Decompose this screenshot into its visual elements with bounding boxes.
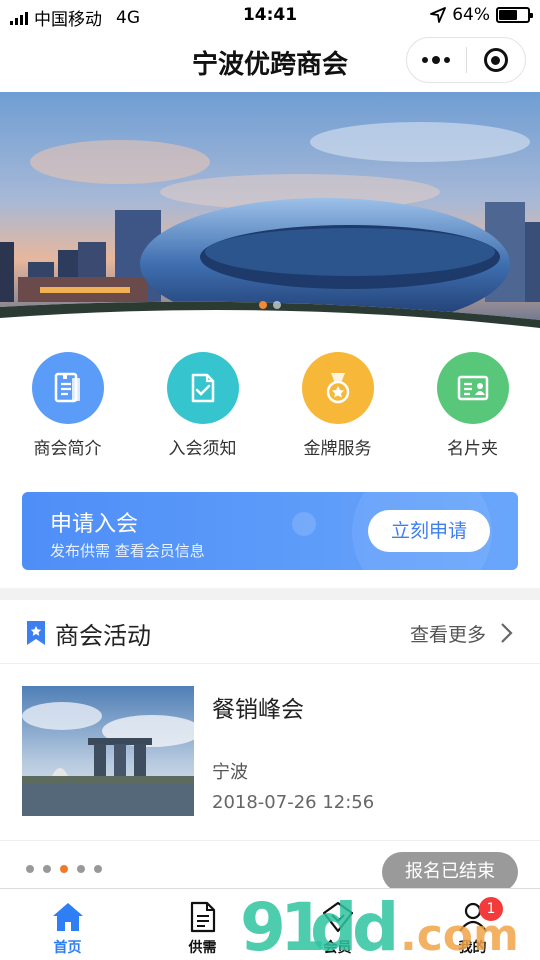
close-mini-program-button[interactable] (467, 38, 526, 82)
more-button[interactable] (407, 38, 466, 82)
apply-membership-card[interactable]: 申请入会 发布供需 查看会员信息 立刻申请 (22, 492, 518, 570)
activity-thumbnail (22, 686, 194, 816)
banner-image (0, 92, 540, 332)
document-icon (190, 901, 215, 933)
apply-title: 申请入会 (50, 512, 139, 537)
view-more-link[interactable]: 查看更多 (410, 620, 486, 647)
activity-name: 餐销峰会 (212, 697, 304, 723)
entry-label: 名片夹 (447, 439, 498, 459)
section-divider (0, 588, 540, 600)
activity-pager (26, 865, 102, 873)
banner-dot (259, 301, 267, 309)
entry-business-card[interactable]: 名片夹 (405, 352, 540, 459)
activity-city: 宁波 (212, 762, 248, 783)
banner-indicator (0, 301, 540, 309)
tab-members[interactable]: 会员 (270, 889, 405, 960)
target-icon (483, 48, 508, 72)
battery-icon (496, 7, 533, 23)
tab-home[interactable]: 首页 (0, 889, 135, 960)
tab-supply-demand[interactable]: 供需 (135, 889, 270, 960)
entry-label: 商会简介 (33, 439, 102, 459)
diamond-icon (322, 901, 353, 933)
tab-mine[interactable]: 1 我的 (405, 889, 540, 960)
entry-gold-service[interactable]: 金牌服务 (270, 352, 405, 459)
entry-label: 金牌服务 (303, 439, 372, 459)
pager-dot[interactable] (43, 865, 51, 873)
pager-dot[interactable] (60, 865, 68, 873)
activity-time: 2018-07-26 12:56 (212, 792, 375, 813)
apply-subtitle: 发布供需 查看会员信息 (50, 542, 205, 560)
tab-bar: 首页 供需 会员 1 我的 (0, 888, 540, 960)
tab-label: 我的 (458, 940, 487, 956)
section-title: 商会活动 (55, 622, 151, 650)
pager-dot[interactable] (26, 865, 34, 873)
tab-label: 供需 (188, 940, 217, 956)
chevron-right-icon[interactable] (500, 622, 514, 644)
mini-program-capsule (406, 37, 526, 83)
activities-header: 商会活动 查看更多 (0, 600, 540, 664)
entry-membership-notice[interactable]: 入会须知 (135, 352, 270, 459)
quick-entry-grid: 商会简介 入会须知 金牌服务 名片夹 (0, 352, 540, 459)
bookmark-icon (27, 621, 45, 645)
status-bar: 中国移动 4G 14:41 64% (0, 0, 540, 32)
entry-label: 入会须知 (168, 439, 237, 459)
pager-dot[interactable] (77, 865, 85, 873)
activity-item[interactable]: 餐销峰会 宁波 2018-07-26 12:56 (22, 686, 522, 818)
apply-now-button[interactable]: 立刻申请 (368, 510, 490, 552)
business-card-icon (436, 352, 509, 424)
nav-bar: 宁波优跨商会 (0, 32, 540, 90)
more-dots-icon (422, 56, 451, 64)
pager-dot[interactable] (94, 865, 102, 873)
notification-badge: 1 (479, 897, 503, 921)
registration-status-badge: 报名已结束 (382, 852, 518, 892)
banner-dot (273, 301, 281, 309)
location-icon (430, 7, 447, 23)
chamber-intro-icon (31, 352, 104, 424)
status-right: 64% (430, 5, 533, 25)
banner-carousel[interactable] (0, 92, 540, 332)
entry-chamber-intro[interactable]: 商会简介 (0, 352, 135, 459)
tab-label: 首页 (53, 940, 82, 956)
tab-label: 会员 (323, 940, 352, 956)
home-icon (52, 903, 83, 931)
gold-medal-icon (301, 352, 374, 424)
divider (0, 840, 540, 841)
battery-percent: 64% (452, 5, 490, 25)
membership-notice-icon (166, 352, 239, 424)
card-decoration (292, 512, 316, 536)
